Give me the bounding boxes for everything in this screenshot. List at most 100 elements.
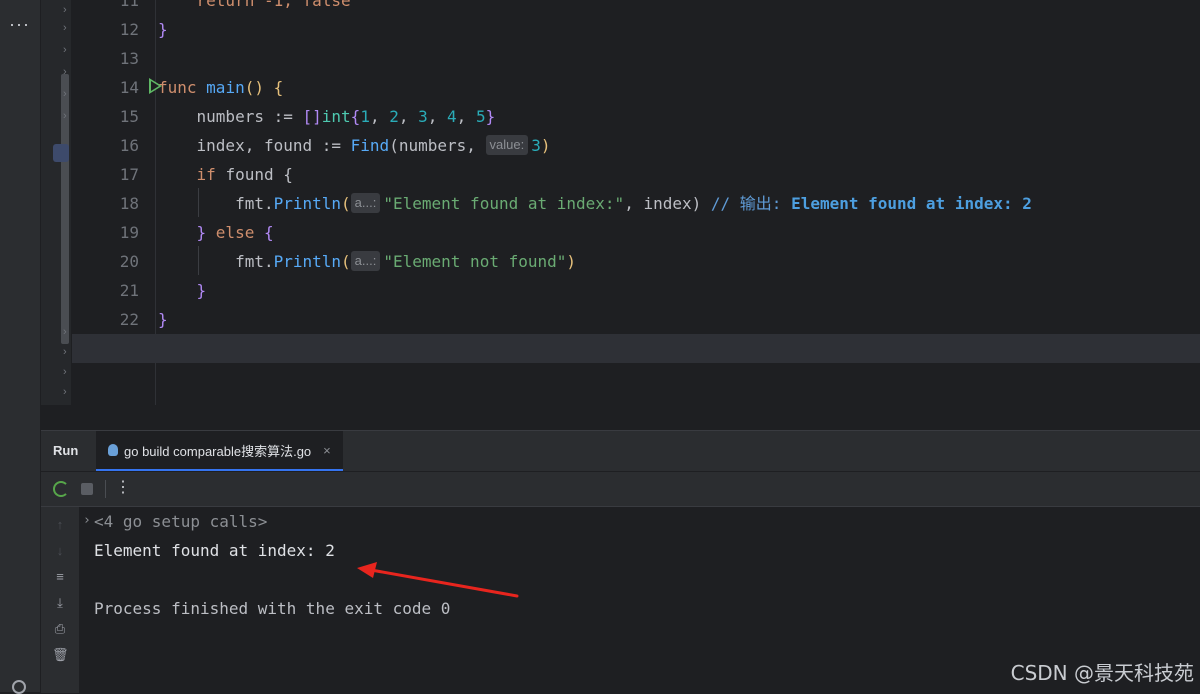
code-token: if <box>196 165 226 184</box>
expand-chevron-icon[interactable]: › <box>83 513 91 528</box>
line-number: 12 <box>119 20 139 39</box>
code-token: "Element found at index:" <box>383 194 625 213</box>
code-token: int <box>321 107 351 126</box>
run-config-tab-label: go build comparable搜索算法.go <box>124 443 312 459</box>
trash-icon[interactable]: 🗑 <box>52 647 69 663</box>
code-token: ( <box>341 194 351 213</box>
code-token: return -1, false <box>196 0 351 10</box>
code-token: Find <box>350 136 390 155</box>
toolbar-divider <box>105 480 106 498</box>
code-token: "Element not found" <box>383 252 567 271</box>
line-number: 19 <box>119 223 139 242</box>
code-token: 4 <box>447 107 457 126</box>
more-options-icon[interactable]: ⋮ <box>115 477 131 496</box>
run-toolbar: ⋮ <box>41 472 1200 507</box>
code-editor[interactable]: › › › › › › › › › › 11 12 13 14 15 16 17… <box>41 0 1200 430</box>
annotation-arrow-shaft <box>369 568 519 598</box>
fold-chevron-icon[interactable]: › <box>63 346 67 358</box>
fold-chevron-icon[interactable]: › <box>63 386 67 398</box>
arrow-up-icon[interactable]: ↑ <box>52 517 68 533</box>
structure-column: › › › › › › › › › › <box>41 0 71 405</box>
bookmark-marker <box>53 144 69 162</box>
setup-calls-line[interactable]: <4 go setup calls> <box>94 507 267 536</box>
line-number: 22 <box>119 310 139 329</box>
line-number: 11 <box>119 0 139 10</box>
code-line: func main() { <box>158 73 1200 102</box>
line-number: 21 <box>119 281 139 300</box>
line-number: 15 <box>119 107 139 126</box>
fold-chevron-icon[interactable]: › <box>63 88 67 100</box>
code-token: 5 <box>475 107 486 126</box>
fold-chevron-icon[interactable]: › <box>63 326 67 338</box>
code-token: else <box>215 223 255 242</box>
code-token: () { <box>244 78 284 97</box>
fold-chevron-icon[interactable]: › <box>63 110 67 122</box>
code-comment: // 输出: <box>701 194 792 213</box>
watermark: CSDN @景天科技苑 <box>1010 661 1194 685</box>
code-token: ) <box>540 136 551 155</box>
code-token: ) <box>566 252 577 271</box>
print-icon[interactable]: ⎙ <box>52 621 68 637</box>
stop-icon[interactable] <box>81 483 93 495</box>
code-token: numbers := <box>196 107 303 126</box>
annotation-arrow-head <box>357 562 377 578</box>
code-area[interactable]: return -1, false } func main() { numbers… <box>72 0 1200 405</box>
code-line: index, found := Find(numbers, value: 3) <box>158 131 1200 160</box>
fold-chevron-icon[interactable]: › <box>63 44 67 56</box>
code-line: fmt.Println(a...: "Element found at index… <box>158 189 1200 218</box>
code-token: { <box>254 223 274 242</box>
code-token: } <box>196 281 207 300</box>
code-token: { <box>350 107 361 126</box>
rerun-icon[interactable] <box>53 481 69 497</box>
code-token: main <box>206 78 245 97</box>
code-token: 2 <box>389 107 399 126</box>
close-tab-icon[interactable]: × <box>323 443 331 458</box>
fold-chevron-icon[interactable]: › <box>63 366 67 378</box>
fold-chevron-icon[interactable]: › <box>63 4 67 16</box>
code-token: fmt. <box>235 252 274 271</box>
console-side-toolbar: ↑ ↓ ≡ ⤓ ⎙ 🗑 <box>41 507 79 693</box>
code-token: } <box>158 20 168 39</box>
code-token: [] <box>302 107 322 126</box>
code-token: (numbers, <box>389 136 486 155</box>
activity-bar: ··· <box>0 0 41 694</box>
more-tools-icon[interactable]: ··· <box>9 14 30 35</box>
code-token: fmt. <box>235 194 274 213</box>
line-number: 17 <box>119 165 139 184</box>
arrow-down-icon[interactable]: ↓ <box>52 543 68 559</box>
parameter-hint: a...: <box>350 251 381 271</box>
code-token: index, found := <box>196 136 351 155</box>
code-line: } <box>158 276 1200 305</box>
code-token: Println <box>273 194 342 213</box>
scroll-to-end-icon[interactable]: ⤓ <box>52 595 68 611</box>
code-line: } else { <box>158 218 1200 247</box>
run-tab-bar: Run go build comparable搜索算法.go × <box>41 431 1200 472</box>
console-line: Element found at index: 2 <box>94 541 335 560</box>
code-token: Println <box>273 252 342 271</box>
fold-chevron-icon[interactable]: › <box>63 22 67 34</box>
code-line: numbers := []int{1, 2, 3, 4, 5} <box>196 107 496 126</box>
line-number: 18 <box>119 194 139 213</box>
code-token: } <box>485 107 496 126</box>
code-token: 3 <box>531 136 541 155</box>
run-tool-window: Run go build comparable搜索算法.go × ⋮ ↑ ↓ ≡… <box>41 430 1200 693</box>
code-token: } <box>196 223 216 242</box>
code-line: } <box>158 305 1200 334</box>
code-line: fmt.Println(a...: "Element not found") <box>158 247 1200 276</box>
line-number: 13 <box>119 49 139 68</box>
code-token: 1 <box>360 107 370 126</box>
soft-wrap-icon[interactable]: ≡ <box>52 569 68 585</box>
line-number: 16 <box>119 136 139 155</box>
run-window-title: Run <box>53 443 79 458</box>
go-gopher-icon <box>108 444 118 456</box>
fold-chevron-icon[interactable]: › <box>63 66 67 78</box>
code-line: return -1, false <box>158 0 1200 15</box>
code-token: , index) <box>624 194 702 213</box>
code-token: func <box>158 78 207 97</box>
code-line: if found { <box>158 160 1200 189</box>
run-config-tab[interactable]: go build comparable搜索算法.go × <box>96 431 343 471</box>
code-token: } <box>158 310 168 329</box>
line-number: 14 <box>119 78 139 97</box>
code-token: ( <box>341 252 351 271</box>
current-code-line[interactable] <box>72 334 1200 363</box>
